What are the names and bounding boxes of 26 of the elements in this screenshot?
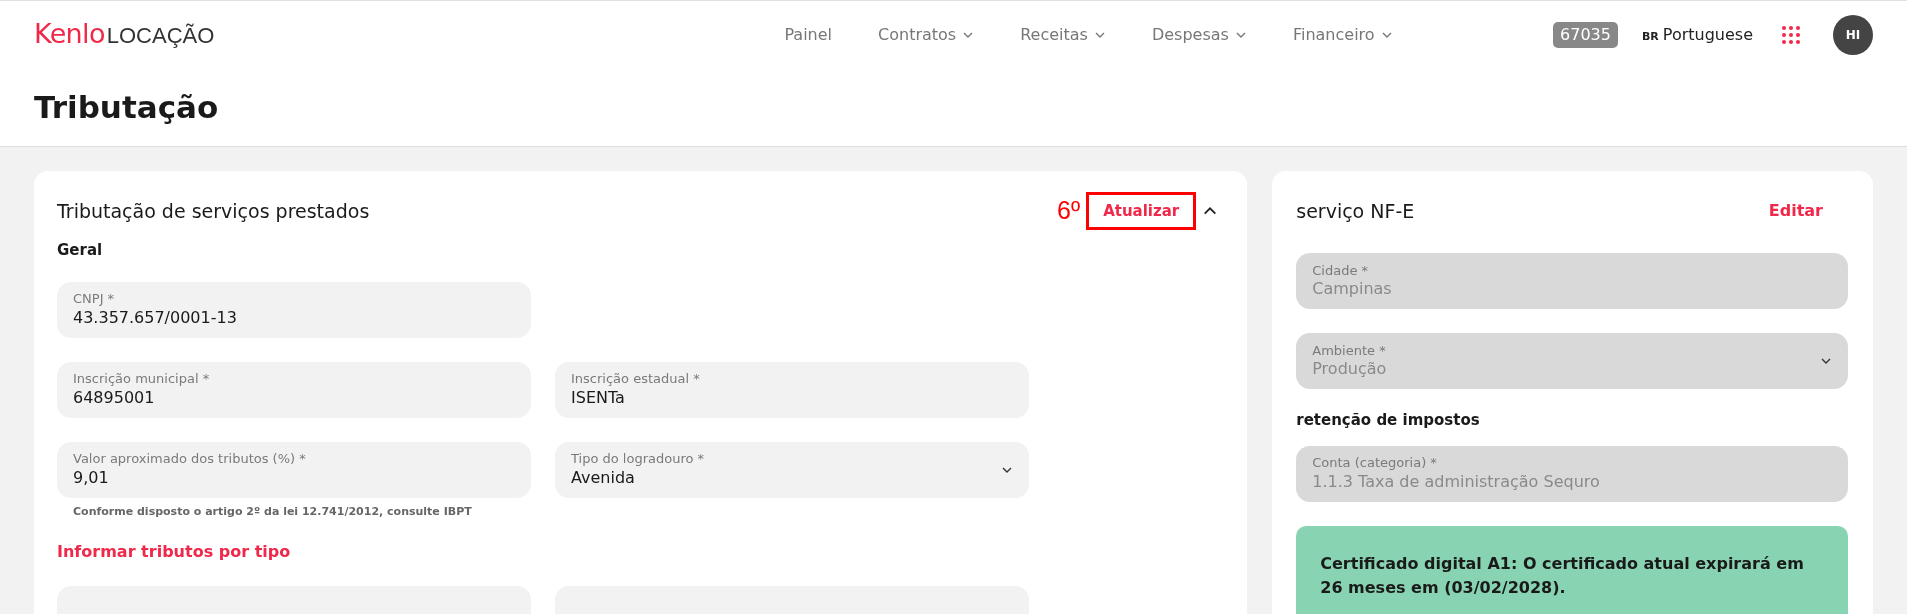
nav-link[interactable]: Despesas <box>1151 22 1247 47</box>
nav-link[interactable]: Receitas <box>1020 22 1106 47</box>
nav-link[interactable]: Painel <box>784 22 833 47</box>
update-button[interactable]: Atualizar <box>1086 191 1197 231</box>
input-field[interactable]: CNPJ * 43.357.657/0001-13 <box>57 281 531 338</box>
annotation-label: 6º <box>1057 195 1081 227</box>
field-hint: Conforme disposto o artigo 2º da lei 12.741/2012, consulte IBPT <box>73 503 473 520</box>
section-heading: Geral <box>57 240 104 261</box>
language-selector[interactable]: BR Portuguese <box>1641 22 1753 47</box>
input-field[interactable]: Inscrição estadual * ISENTa <box>555 361 1029 418</box>
account-badge: 67035 <box>1553 21 1618 48</box>
logo[interactable]: KenloLOCAÇÃO <box>34 14 434 55</box>
input-field[interactable]: Inscrição municipal * 64895001 <box>57 361 531 418</box>
certificate-notice: Certificado digital A1: O certificado atual expirará em 26 meses em (03/02/2028). <box>1296 525 1849 614</box>
nav-link[interactable]: Financeiro <box>1292 22 1393 47</box>
card-title: serviço NF-E <box>1296 198 1415 224</box>
select-field[interactable]: Tipo do logradouro * Avenida <box>555 441 1029 498</box>
input-field[interactable]: Valor aproximado dos tributos (%) * 9,01 <box>57 441 531 498</box>
card-title: Tributação de serviços prestados <box>57 198 370 224</box>
tax-type-link[interactable]: Informar tributos por tipo <box>57 540 1225 564</box>
section-heading: retenção de impostos <box>1296 410 1481 431</box>
nav-link[interactable]: Contratos <box>878 22 975 47</box>
edit-link[interactable]: Editar <box>1768 199 1823 223</box>
user-avatar[interactable]: HI <box>1833 14 1873 55</box>
apps-grid-icon[interactable] <box>1781 24 1801 45</box>
page-title: Tributação <box>34 87 219 127</box>
